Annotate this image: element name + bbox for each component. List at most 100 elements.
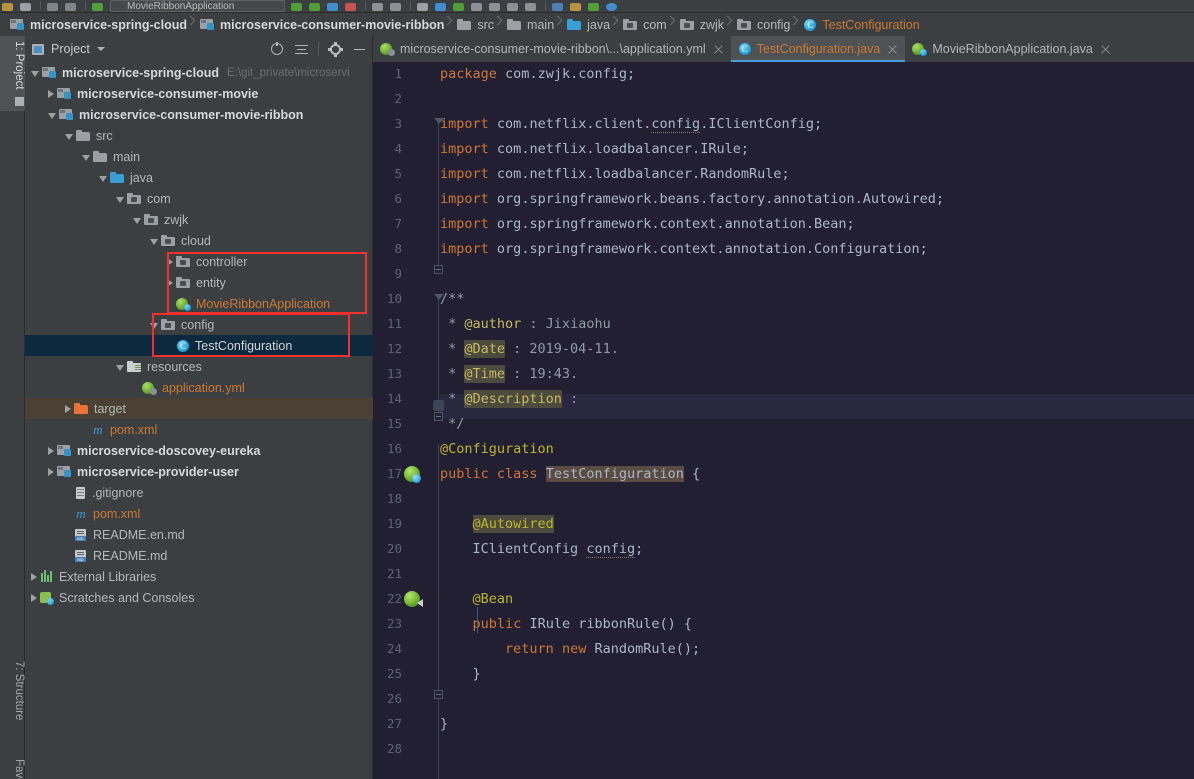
tree-item-entity[interactable]: entity [25, 272, 373, 293]
gear-icon[interactable] [328, 41, 343, 57]
chevron-down-icon[interactable] [31, 70, 39, 77]
chevron-right-icon[interactable] [31, 593, 37, 602]
spring-bean-gutter-icon[interactable] [404, 466, 421, 483]
chevron-down-icon[interactable] [99, 175, 107, 182]
tree-item-microservice-provider-user[interactable]: microservice-provider-user [25, 461, 373, 482]
tree-item-scratches-and-consoles[interactable]: Scratches and Consoles [25, 587, 373, 608]
tree-item-testconfiguration[interactable]: C TestConfiguration [25, 335, 373, 356]
tree-item--gitignore[interactable]: .gitignore [25, 482, 373, 503]
tool-window-tab-structure[interactable]: 7: Structure [0, 656, 25, 725]
undo-icon[interactable] [45, 0, 60, 12]
code-text[interactable]: package com.zwjk.config; import com.netfl… [440, 62, 1194, 779]
breadcrumb-item-src[interactable]: src [453, 13, 503, 36]
collapse-all-icon[interactable] [294, 42, 309, 57]
chevron-right-icon[interactable] [167, 278, 173, 287]
open-icon[interactable] [0, 0, 15, 12]
tree-item-java[interactable]: java [25, 167, 373, 188]
chevron-down-icon[interactable] [82, 154, 90, 161]
tree-item-label: main [113, 149, 141, 164]
editor-tab-testconfiguration-java[interactable]: C TestConfiguration.java [730, 36, 906, 62]
chevron-right-icon[interactable] [48, 467, 54, 476]
code-editor[interactable]: 1 2 3 4 5 6 7 8 9 10 11 12 13 14 15 16 17 18 19 20 21 22 23 24 2… [373, 62, 1194, 779]
breadcrumb-item-testconfiguration[interactable]: C TestConfiguration [799, 13, 928, 36]
vcs-history-icon[interactable] [487, 0, 502, 12]
breadcrumb-item-com[interactable]: com [619, 13, 676, 36]
tree-item-microservice-consumer-movie-ribbon[interactable]: microservice-consumer-movie-ribbon [25, 104, 373, 125]
run-icon[interactable] [90, 0, 105, 12]
locate-icon[interactable] [270, 41, 285, 57]
breadcrumb-item-microservice-consumer-movie-ribbon[interactable]: microservice-consumer-movie-ribbon [196, 13, 453, 36]
run-button-icon[interactable] [289, 0, 304, 12]
chevron-right-icon[interactable] [31, 572, 37, 581]
help-icon[interactable] [604, 0, 619, 12]
sync-icon[interactable] [63, 0, 78, 12]
settings-icon[interactable] [388, 0, 403, 12]
vcs-commit-icon[interactable] [451, 0, 466, 12]
chevron-down-icon[interactable] [133, 217, 141, 224]
tree-item-readme-en-md[interactable]: MD README.en.md [25, 524, 373, 545]
vcs-update-icon[interactable] [433, 0, 448, 12]
tree-item-target[interactable]: target [25, 398, 373, 419]
chevron-down-icon[interactable] [96, 47, 105, 51]
run-configuration-selector[interactable]: MovieRibbonApplication [110, 0, 285, 12]
tree-item-movieribbonapplication[interactable]: MovieRibbonApplication [25, 293, 373, 314]
breadcrumb-item-microservice-spring-cloud[interactable]: microservice-spring-cloud [6, 13, 196, 36]
tree-item-label: microservice-consumer-movie [77, 86, 259, 101]
tree-item-src[interactable]: src [25, 125, 373, 146]
database-icon[interactable] [568, 0, 583, 12]
tree-item-controller[interactable]: controller [25, 251, 373, 272]
coverage-icon[interactable] [325, 0, 340, 12]
tree-item-resources[interactable]: resources [25, 356, 373, 377]
bean-navigate-gutter-icon[interactable] [404, 591, 423, 607]
project-structure-icon[interactable] [370, 0, 385, 12]
maven-tool-icon[interactable] [550, 0, 565, 12]
editor-tab-movieribbonapplication-java[interactable]: MovieRibbonApplication.java [905, 36, 1118, 62]
chevron-right-icon[interactable] [65, 404, 71, 413]
chevron-down-icon[interactable] [150, 238, 158, 245]
chevron-down-icon[interactable] [65, 133, 73, 140]
close-icon[interactable] [713, 44, 724, 55]
search-everywhere-icon[interactable] [415, 0, 430, 12]
tree-item-pom-xml[interactable]: m pom.xml [25, 503, 373, 524]
tool-window-tab-favorites[interactable]: Favorites [0, 754, 25, 779]
project-window-icon [14, 96, 24, 106]
chevron-right-icon[interactable] [167, 257, 173, 266]
chevron-down-icon[interactable] [48, 112, 56, 119]
close-icon[interactable] [887, 44, 898, 55]
tree-item-zwjk[interactable]: zwjk [25, 209, 373, 230]
editor-gutter[interactable]: 1 2 3 4 5 6 7 8 9 10 11 12 13 14 15 16 17 18 19 20 21 22 23 24 2… [373, 62, 440, 779]
chevron-down-icon[interactable] [116, 196, 124, 203]
grid-icon[interactable] [586, 0, 601, 12]
breadcrumb-item-main[interactable]: main [503, 13, 563, 36]
debug-icon[interactable] [307, 0, 322, 12]
tree-item-main[interactable]: main [25, 146, 373, 167]
chevron-down-icon[interactable] [150, 322, 158, 329]
project-tree[interactable]: microservice-spring-cloud E:\git_private\… [25, 62, 373, 779]
tree-item-microservice-spring-cloud[interactable]: microservice-spring-cloud E:\git_private\… [25, 62, 373, 83]
vcs-diff-icon[interactable] [523, 0, 538, 12]
breadcrumb-item-config[interactable]: config [733, 13, 799, 36]
tree-item-config[interactable]: config [25, 314, 373, 335]
tree-item-microservice-doscovey-eureka[interactable]: microservice-doscovey-eureka [25, 440, 373, 461]
resources-icon [127, 360, 142, 373]
stop-icon[interactable] [343, 0, 358, 12]
tree-item-pom-xml[interactable]: m pom.xml [25, 419, 373, 440]
close-icon[interactable] [1100, 44, 1111, 55]
save-all-icon[interactable] [18, 0, 33, 12]
tree-item-microservice-consumer-movie[interactable]: microservice-consumer-movie [25, 83, 373, 104]
tree-item-external-libraries[interactable]: External Libraries [25, 566, 373, 587]
chevron-right-icon[interactable] [48, 89, 54, 98]
hide-icon[interactable] [352, 42, 367, 57]
tool-window-tab-project[interactable]: 1: Project [0, 36, 25, 111]
tree-item-application-yml[interactable]: application.yml [25, 377, 373, 398]
breadcrumb-item-zwjk[interactable]: zwjk [676, 13, 733, 36]
chevron-right-icon[interactable] [48, 446, 54, 455]
tree-item-cloud[interactable]: cloud [25, 230, 373, 251]
chevron-down-icon[interactable] [116, 364, 124, 371]
vcs-rollback-icon[interactable] [469, 0, 484, 12]
breadcrumb-item-java[interactable]: java [563, 13, 619, 36]
tree-item-com[interactable]: com [25, 188, 373, 209]
tree-item-readme-md[interactable]: MD README.md [25, 545, 373, 566]
vcs-branch-icon[interactable] [505, 0, 520, 12]
editor-tab-application-yml[interactable]: microservice-consumer-movie-ribbon\...\a… [373, 36, 731, 62]
